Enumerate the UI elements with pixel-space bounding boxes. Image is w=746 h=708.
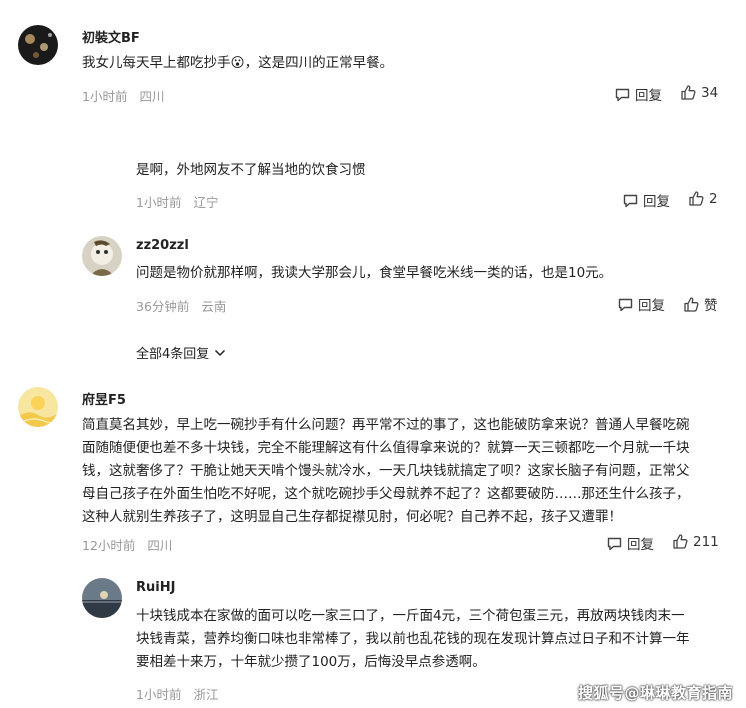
comment-location: 四川 xyxy=(139,89,165,104)
reply-button[interactable]: 回复 xyxy=(614,84,662,104)
reply-text-line: 块钱青菜，营养均衡口味也非常棒了，我以前也乱花钱的现在发现计算点过日子和不计算一… xyxy=(136,631,690,647)
reply-icon xyxy=(618,298,633,311)
reply-label: 回复 xyxy=(635,88,662,104)
reply-button[interactable]: 回复 xyxy=(617,294,665,314)
thumbs-up-icon xyxy=(673,534,688,549)
thumbs-up-icon xyxy=(681,85,696,100)
reply-username[interactable]: zz20zzl xyxy=(136,238,189,253)
reply-label: 回复 xyxy=(638,298,665,314)
reply-button[interactable]: 回复 xyxy=(622,190,670,210)
avatar[interactable] xyxy=(82,578,122,618)
watermark: 搜狐号@琳琳教育指南 xyxy=(578,684,734,702)
comment-time: 12小时前 xyxy=(82,538,136,553)
reply-text: 十块钱成本在家做的面可以吃一家三口了，一斤面4元，三个荷包蛋三元，再放两块钱肉末… xyxy=(136,605,736,674)
reply-time: 1小时前 xyxy=(136,195,182,210)
reply-label: 回复 xyxy=(627,537,654,553)
avatar[interactable] xyxy=(18,387,58,427)
comment-location: 四川 xyxy=(147,538,173,553)
comment-text: 简直莫名其妙，早上吃一碗抄手有什么问题？再平常不过的事了，这也能破防拿来说？普通… xyxy=(82,414,732,529)
reply-location: 辽宁 xyxy=(193,195,219,210)
like-button[interactable]: 2 xyxy=(688,190,718,207)
reply-meta: 1小时前 辽宁 xyxy=(136,192,218,211)
reply-icon xyxy=(623,194,638,207)
comment-meta: 1小时前 四川 xyxy=(82,86,164,105)
comment-text: 我女儿每天早上都吃抄手😮，这是四川的正常早餐。 xyxy=(82,55,394,71)
avatar[interactable] xyxy=(18,25,58,65)
comment-text-line: 母自己孩子在外面生怕吃不好呢，这个就吃碗抄手父母就养不起了？这都要破防……那还生… xyxy=(82,486,690,502)
comment-text-line: 简直莫名其妙，早上吃一碗抄手有什么问题？再平常不过的事了，这也能破防拿来说？普通… xyxy=(82,417,690,433)
reply-location: 云南 xyxy=(201,299,227,314)
reply-text-line: 十块钱成本在家做的面可以吃一家三口了，一斤面4元，三个荷包蛋三元，再放两块钱肉末… xyxy=(136,608,685,624)
comment-text-line: 这种人就别生养孩子了，这明显自己生存都捉襟见肘，何必呢？自己养不起，孩子又遭罪！ xyxy=(82,509,622,525)
like-button[interactable]: 34 xyxy=(680,84,718,101)
chevron-down-icon xyxy=(215,349,226,356)
comment-time: 1小时前 xyxy=(82,89,128,104)
show-all-replies-label: 全部4条回复 xyxy=(136,347,210,362)
like-label: 赞 xyxy=(704,298,718,314)
reply-icon xyxy=(615,88,630,101)
thumbs-up-icon xyxy=(689,191,704,206)
avatar[interactable] xyxy=(82,236,122,276)
like-button[interactable]: 赞 xyxy=(683,294,718,314)
reply-meta: 36分钟前 云南 xyxy=(136,296,226,315)
reply-text-line: 要相差十来万，十年就少攒了100万，后悔没早点参透啊。 xyxy=(136,654,486,670)
comment-text-line: 钱，这就奢侈了？干脆让她天天啃个馒头就冷水，一天几块钱就搞定了呗？这家长脑子有问… xyxy=(82,463,690,479)
comment-meta: 12小时前 四川 xyxy=(82,535,172,554)
like-count: 2 xyxy=(709,190,718,207)
reply-icon xyxy=(607,537,622,550)
reply-text: 是啊，外地网友不了解当地的饮食习惯 xyxy=(136,162,366,178)
reply-username[interactable]: RuiHJ xyxy=(136,580,175,595)
like-count: 211 xyxy=(693,533,719,550)
reply-button[interactable]: 回复 xyxy=(606,533,654,553)
reply-text: 问题是物价就那样啊，我读大学那会儿，食堂早餐吃米线一类的话，也是10元。 xyxy=(136,265,613,281)
like-count: 34 xyxy=(701,84,719,101)
reply-time: 1小时前 xyxy=(136,687,182,702)
reply-location: 浙江 xyxy=(193,687,219,702)
comment-text-line: 面随随便便也差不多十块钱，完全不能理解这有什么值得拿来说的？就算一天三顿都吃一个… xyxy=(82,440,690,456)
reply-label: 回复 xyxy=(643,194,670,210)
reply-meta: 1小时前 浙江 xyxy=(136,684,218,703)
like-button[interactable]: 211 xyxy=(672,533,719,550)
show-all-replies-button[interactable]: 全部4条回复 xyxy=(136,343,227,362)
reply-time: 36分钟前 xyxy=(136,299,190,314)
comment-username[interactable]: 初裝文BF xyxy=(82,27,140,46)
thumbs-up-icon xyxy=(684,296,699,312)
comment-username[interactable]: 府昱F5 xyxy=(82,389,126,408)
